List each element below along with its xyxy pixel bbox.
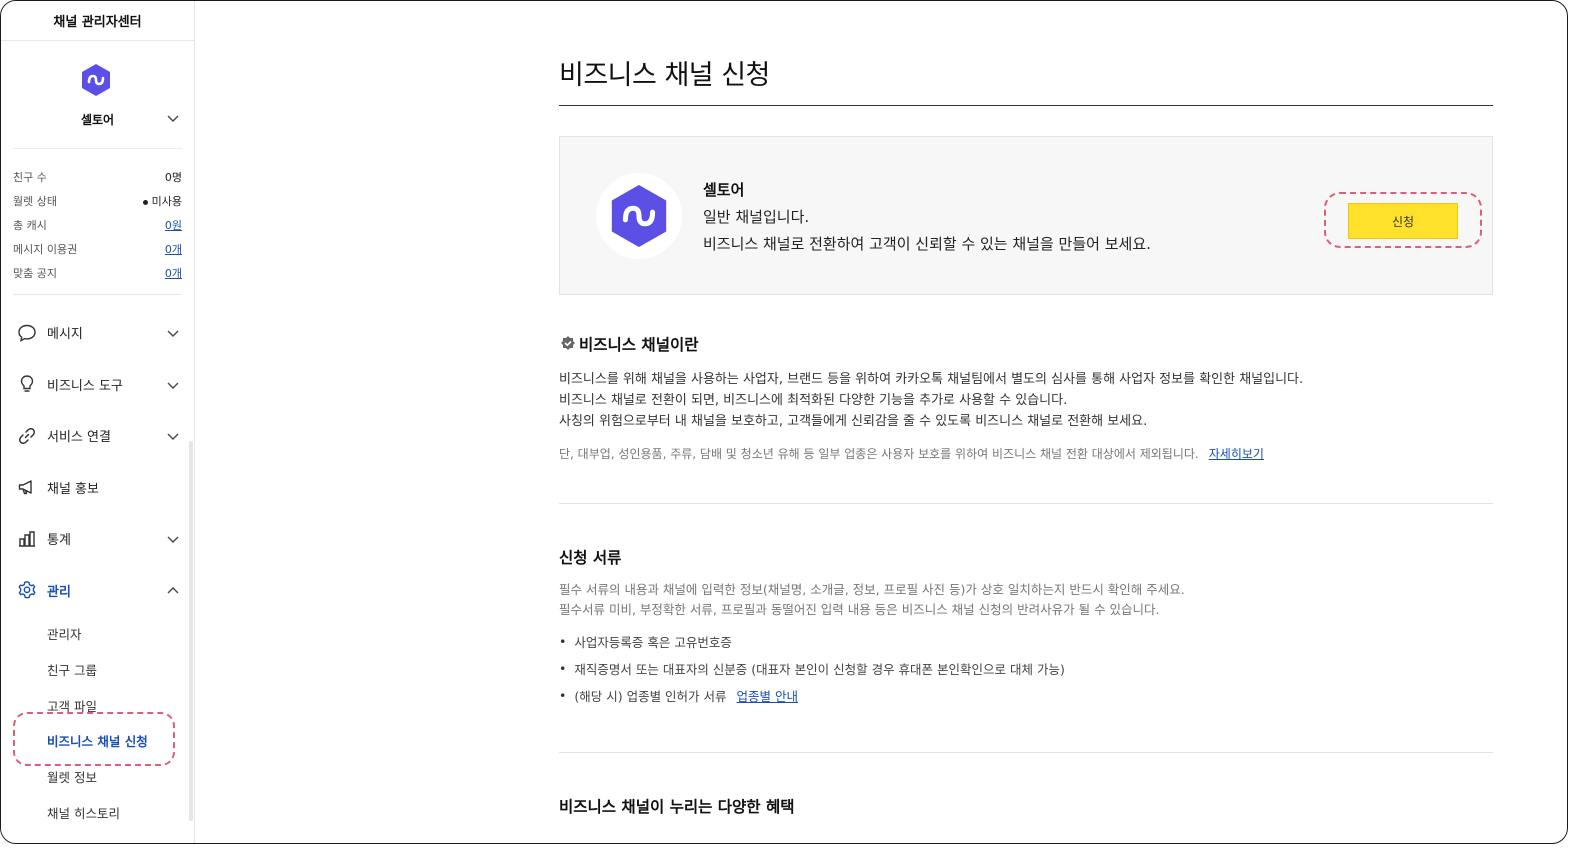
docs-desc-line: 필수 서류의 내용과 채널에 입력한 정보(채널명, 소개글, 정보, 프로필 … [559, 582, 1185, 597]
megaphone-icon [17, 477, 37, 497]
list-item: 재직증명서 또는 대표자의 신분증 (대표자 본인이 신청할 경우 휴대폰 본인… [559, 655, 1065, 682]
sidebar-item-label: 채널 홍보 [47, 481, 99, 497]
sidebar-item-label: 비즈니스 도구 [47, 378, 123, 394]
page-title: 비즈니스 채널 신청 [559, 60, 770, 91]
stat-label: 총 캐시 [13, 219, 47, 232]
sidebar: 채널 관리자센터 셀토어 친구 수 0명월렛 상태 미사용총 캐시 0원메시지 이용권… [1, 1, 195, 843]
stat-row: 월렛 상태 미사용 [13, 189, 182, 213]
benefits-section-title: 비즈니스 채널이 누리는 다양한 혜택 [559, 798, 795, 816]
sidebar-item-label: 통계 [47, 533, 71, 549]
bar-chart-icon [17, 529, 37, 549]
sidebar-item[interactable]: 서비스 연결 [1, 410, 194, 462]
channel-profile[interactable]: 셀토어 [13, 41, 182, 149]
stat-value[interactable]: 0개 [165, 265, 182, 281]
details-link[interactable]: 자세히보기 [1209, 447, 1264, 461]
sidebar-menu: 메시지비즈니스 도구서비스 연결채널 홍보통계관리 [1, 295, 194, 616]
sidebar-item[interactable]: 채널 홍보 [1, 462, 194, 514]
stat-value: 미사용 [142, 193, 182, 209]
list-item-text: 사업자등록증 혹은 고유번호증 [574, 635, 732, 650]
list-item: 사업자등록증 혹은 고유번호증 [559, 628, 1065, 655]
about-line: 비즈니스를 위해 채널을 사용하는 사업자, 브랜드 등을 위하여 카카오톡 채… [559, 372, 1304, 387]
link-icon [17, 426, 37, 446]
sidebar-item[interactable]: 비즈니스 도구 [1, 359, 194, 411]
about-title-text: 비즈니스 채널이란 [579, 336, 699, 354]
sidebar-item[interactable]: 관리 [1, 565, 194, 617]
card-channel-name: 셀토어 [703, 181, 745, 199]
submenu-item[interactable]: 관리자 [47, 616, 194, 652]
stat-label: 월렛 상태 [13, 195, 57, 208]
about-line: 비즈니스 채널로 전환이 되면, 비즈니스에 최적화된 다양한 기능을 추가로 … [559, 393, 1068, 408]
docs-desc-line: 필수서류 미비, 부정확한 서류, 프로필과 동떨어진 입력 내용 등은 비즈니… [559, 602, 1160, 617]
channel-logo-icon [82, 64, 110, 96]
stat-value: 0명 [164, 171, 182, 184]
highlight-annotation [1324, 192, 1482, 248]
list-item: (해당 시) 업종별 인허가 서류 업종별 안내 [559, 682, 1065, 709]
sidebar-item-label: 관리 [47, 584, 71, 600]
verified-check-icon [561, 336, 575, 350]
sidebar-scrollbar[interactable] [189, 441, 193, 821]
sidebar-item[interactable]: 통계 [1, 513, 194, 565]
stat-row: 친구 수 0명 [13, 165, 182, 189]
channel-card: 셀토어 일반 채널입니다. 비즈니스 채널로 전환하여 고객이 신뢰할 수 있는… [559, 136, 1493, 295]
channel-name: 셀토어 [80, 113, 115, 127]
stat-label: 메시지 이용권 [13, 243, 78, 256]
stat-label: 친구 수 [13, 171, 47, 184]
note-text: 단, 대부업, 성인용품, 주류, 담배 및 청소년 유해 등 일부 업종은 사… [559, 447, 1199, 461]
channel-logo-icon [611, 184, 667, 248]
chevron-down-icon[interactable] [166, 326, 180, 340]
stat-row: 총 캐시 0원 [13, 213, 182, 237]
submenu-item[interactable]: 친구 그룹 [47, 652, 194, 688]
card-description: 비즈니스 채널로 전환하여 고객이 신뢰할 수 있는 채널을 만들어 보세요. [703, 235, 1151, 253]
chevron-down-icon[interactable] [166, 532, 180, 546]
submenu-item[interactable]: 채널 히스토리 [47, 794, 194, 830]
speech-bubble-icon [17, 323, 37, 343]
sidebar-item-label: 서비스 연결 [47, 430, 111, 446]
list-item-text: (해당 시) 업종별 인허가 서류 [574, 689, 727, 704]
about-section-title: 비즈니스 채널이란 [559, 333, 698, 355]
about-line: 사칭의 위험으로부터 내 채널을 보호하고, 고객들에게 신뢰감을 줄 수 있도… [559, 414, 1148, 429]
sidebar-title: 채널 관리자센터 [1, 1, 194, 41]
chevron-down-icon[interactable] [166, 378, 180, 392]
chevron-down-icon[interactable] [166, 429, 180, 443]
about-description: 비즈니스를 위해 채널을 사용하는 사업자, 브랜드 등을 위하여 카카오톡 채… [559, 369, 1303, 432]
industry-guide-link[interactable]: 업종별 안내 [737, 686, 798, 705]
card-status-text: 일반 채널입니다. [703, 208, 810, 226]
stat-value[interactable]: 0개 [165, 241, 182, 257]
channel-stats: 친구 수 0명 월렛 상태 미사용 총 캐시 0원 메시지 이용권 0개 맞춤 공지 0개 [13, 149, 182, 295]
stat-label: 맞춤 공지 [13, 267, 57, 280]
divider [559, 105, 1493, 106]
stat-row: 메시지 이용권 0개 [13, 237, 182, 261]
chevron-down-icon[interactable] [166, 111, 180, 125]
about-note: 단, 대부업, 성인용품, 주류, 담배 및 청소년 유해 등 일부 업종은 사… [559, 445, 1264, 462]
divider [559, 503, 1493, 504]
status-dot-icon [142, 199, 148, 205]
stat-value-text: 미사용 [151, 195, 182, 208]
list-item-text: 재직증명서 또는 대표자의 신분증 (대표자 본인이 신청할 경우 휴대폰 본인… [574, 662, 1065, 677]
highlight-annotation [13, 712, 175, 766]
channel-avatar [596, 173, 682, 259]
docs-section-title: 신청 서류 [559, 549, 622, 567]
docs-list: 사업자등록증 혹은 고유번호증 재직증명서 또는 대표자의 신분증 (대표자 본… [559, 628, 1065, 709]
sidebar-item[interactable]: 메시지 [1, 307, 194, 359]
stat-row: 맞춤 공지 0개 [13, 261, 182, 285]
docs-description: 필수 서류의 내용과 채널에 입력한 정보(채널명, 소개글, 정보, 프로필 … [559, 580, 1185, 620]
chevron-up-icon[interactable] [166, 584, 180, 598]
sidebar-item-label: 메시지 [47, 327, 83, 343]
lightbulb-icon [17, 374, 37, 394]
divider [559, 752, 1493, 753]
gear-icon [17, 580, 37, 600]
app-window: 채널 관리자센터 셀토어 친구 수 0명월렛 상태 미사용총 캐시 0원메시지 이용권… [0, 0, 1568, 844]
stat-value[interactable]: 0원 [165, 217, 182, 233]
